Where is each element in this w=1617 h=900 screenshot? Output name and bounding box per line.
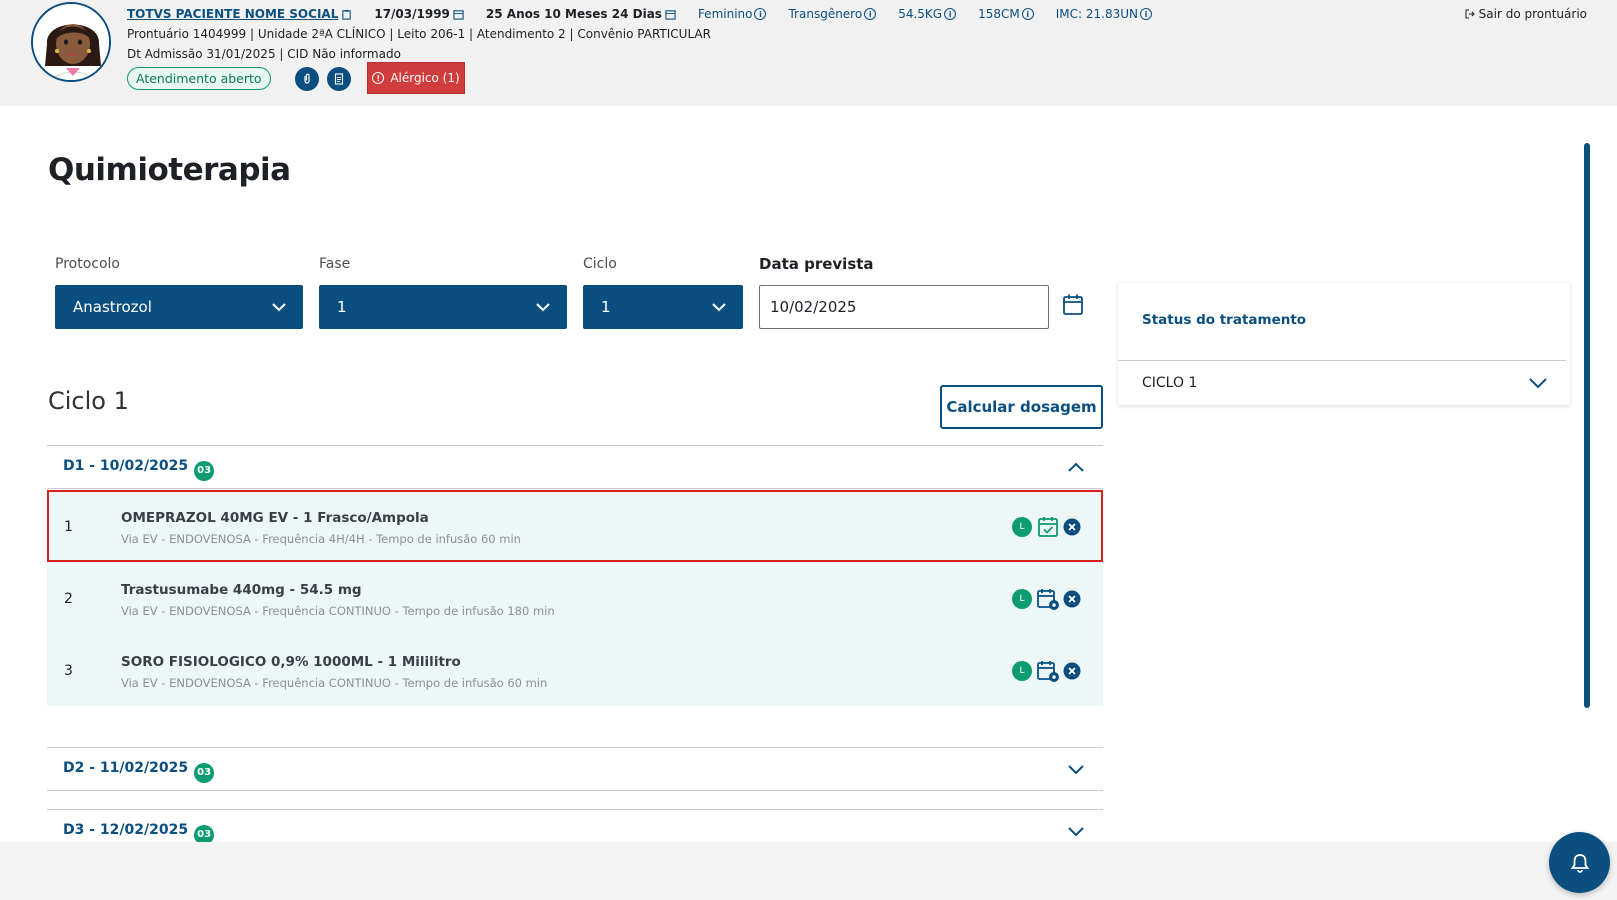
patient-identity: Transgênero <box>788 7 863 21</box>
calendar-settings-icon[interactable] <box>1036 659 1060 683</box>
medication-number: 1 <box>64 519 73 535</box>
medication-detail: Via EV - ENDOVENOSA - Frequência 4H/4H -… <box>121 532 521 546</box>
calendar-icon <box>453 9 464 20</box>
patient-weight: 54.5KG <box>898 7 943 21</box>
fase-select[interactable]: 1 <box>319 285 567 329</box>
paperclip-icon <box>304 73 310 84</box>
allergy-label: Alérgico (1) <box>390 71 460 85</box>
fase-value: 1 <box>337 298 347 316</box>
count-badge: 03 <box>194 762 215 783</box>
medication-row[interactable]: 3 SORO FISIOLOGICO 0,9% 1000ML - 1 Milil… <box>47 634 1103 706</box>
patient-name-link[interactable]: TOTVS PACIENTE NOME SOCIAL <box>127 7 338 21</box>
day-header-d1[interactable]: D1 - 10/02/2025 03 <box>47 445 1103 489</box>
data-prevista-label: Data prevista <box>759 255 874 273</box>
protocolo-select[interactable]: Anastrozol <box>55 285 303 329</box>
protocolo-label: Protocolo <box>55 256 120 272</box>
day-date: D3 - 12/02/2025 <box>63 822 189 838</box>
logout-icon <box>1465 9 1475 19</box>
medication-name: SORO FISIOLOGICO 0,9% 1000ML - 1 Mililit… <box>121 654 461 670</box>
status-badge-l: L <box>1012 589 1032 609</box>
chevron-down-icon[interactable] <box>1528 375 1548 391</box>
status-badge-l: L <box>1012 661 1032 681</box>
footer-strip <box>0 842 1617 900</box>
day-label: D3 - 12/02/2025 03 <box>63 822 215 842</box>
chevron-up-icon[interactable] <box>1067 460 1085 474</box>
notifications-button[interactable] <box>1549 832 1610 893</box>
status-badge-l: L <box>1012 517 1032 537</box>
logout-link[interactable]: Sair do prontuário <box>1465 7 1587 21</box>
document-button[interactable] <box>327 67 351 91</box>
info-icon[interactable]: i <box>1021 8 1034 20</box>
chevron-down-icon <box>272 303 286 312</box>
calendar-icon[interactable] <box>1062 293 1084 317</box>
info-icon[interactable]: i <box>944 8 957 20</box>
status-panel-title: Status do tratamento <box>1142 312 1307 328</box>
data-prevista-input[interactable] <box>759 285 1049 329</box>
medication-number: 2 <box>64 591 73 607</box>
allergy-button[interactable]: ! Alérgico (1) <box>367 62 465 94</box>
medication-detail: Via EV - ENDOVENOSA - Frequência CONTINU… <box>121 676 548 690</box>
chevron-down-icon[interactable] <box>1067 824 1085 838</box>
day-label: D1 - 10/02/2025 03 <box>63 458 215 481</box>
chevron-down-icon <box>536 303 550 312</box>
birth-date: 17/03/1999 <box>374 7 450 21</box>
info-icon[interactable]: i <box>864 8 877 20</box>
medication-name: OMEPRAZOL 40MG EV - 1 Frasco/Ampola <box>121 510 429 526</box>
info-icon[interactable]: i <box>754 8 767 20</box>
attachment-button[interactable] <box>295 67 319 91</box>
bell-icon <box>1570 853 1589 873</box>
scrollbar[interactable] <box>1584 143 1590 708</box>
ciclo-select[interactable]: 1 <box>583 285 743 329</box>
remove-icon[interactable] <box>1063 518 1081 536</box>
medication-detail: Via EV - ENDOVENOSA - Frequência CONTINU… <box>121 604 555 618</box>
patient-cid-line: Dt Admissão 31/01/2025 | CID Não informa… <box>127 47 401 61</box>
patient-gender: Feminino <box>697 7 753 21</box>
patient-summary-line: TOTVS PACIENTE NOME SOCIAL 17/03/1999 25… <box>127 7 1152 21</box>
day-header-d2[interactable]: D2 - 11/02/2025 03 <box>47 747 1103 791</box>
chevron-down-icon[interactable] <box>1067 762 1085 776</box>
document-icon <box>334 73 344 85</box>
day-date: D2 - 11/02/2025 <box>63 760 189 776</box>
calendar-check-icon[interactable] <box>1036 515 1060 539</box>
calendar-settings-icon[interactable] <box>1036 587 1060 611</box>
calendar-icon <box>665 9 676 20</box>
count-badge: 03 <box>194 460 215 481</box>
day-date: D1 - 10/02/2025 <box>63 458 189 474</box>
patient-admission-line: Prontuário 1404999 | Unidade 2ªA CLÍNICO… <box>127 27 711 41</box>
alert-icon: ! <box>372 72 385 84</box>
patient-avatar <box>31 2 111 82</box>
fase-label: Fase <box>319 256 351 272</box>
calculate-dosage-button[interactable]: Calcular dosagem <box>940 385 1103 429</box>
day-header-d3[interactable]: D3 - 12/02/2025 03 <box>47 809 1103 842</box>
medication-name: Trastusumabe 440mg - 54.5 mg <box>121 582 362 598</box>
patient-age: 25 Anos 10 Meses 24 Dias <box>485 7 662 21</box>
remove-icon[interactable] <box>1063 662 1081 680</box>
status-badge: Atendimento aberto <box>127 67 271 90</box>
patient-height: 158CM <box>978 7 1020 21</box>
count-badge: 03 <box>194 824 215 842</box>
medication-number: 3 <box>64 663 73 679</box>
chevron-down-icon <box>712 303 726 312</box>
protocolo-value: Anastrozol <box>73 298 152 316</box>
ciclo-label: Ciclo <box>583 256 617 272</box>
cycle-title: Ciclo 1 <box>48 387 129 415</box>
medication-row[interactable]: 1 OMEPRAZOL 40MG EV - 1 Frasco/Ampola Vi… <box>47 490 1103 562</box>
status-panel: Status do tratamento CICLO 1 <box>1118 283 1570 405</box>
info-icon[interactable]: i <box>1139 8 1152 20</box>
status-cycle-row[interactable]: CICLO 1 <box>1142 375 1197 391</box>
patient-header: TOTVS PACIENTE NOME SOCIAL 17/03/1999 25… <box>0 0 1617 106</box>
patient-imc: IMC: 21.83UN <box>1055 7 1138 21</box>
ciclo-value: 1 <box>601 298 611 316</box>
day-label: D2 - 11/02/2025 03 <box>63 760 215 783</box>
remove-icon[interactable] <box>1063 590 1081 608</box>
page-title: Quimioterapia <box>48 152 291 188</box>
medication-row[interactable]: 2 Trastusumabe 440mg - 54.5 mg Via EV - … <box>47 562 1103 634</box>
clipboard-icon[interactable] <box>341 9 352 20</box>
logout-label: Sair do prontuário <box>1478 7 1587 21</box>
divider <box>1118 360 1566 361</box>
